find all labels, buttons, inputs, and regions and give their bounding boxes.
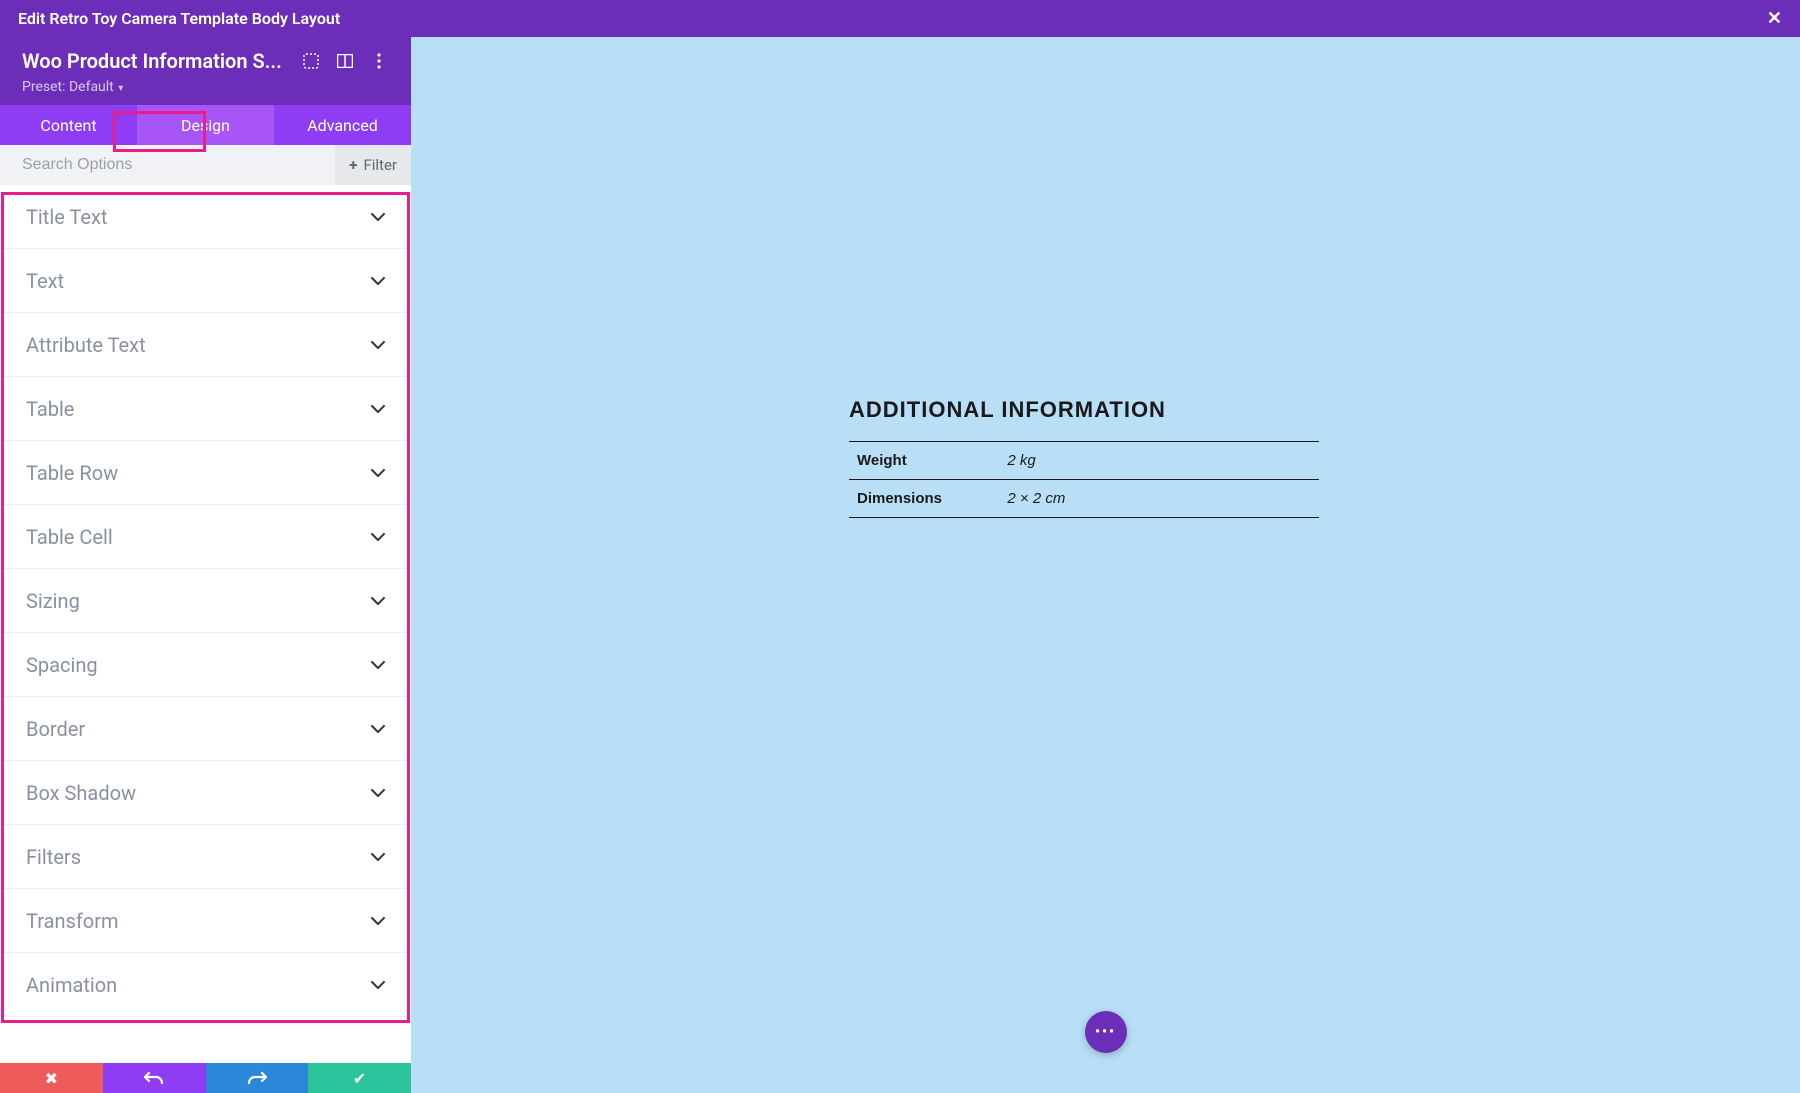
info-table: Weight 2 kg Dimensions 2 × 2 cm xyxy=(849,441,1319,518)
search-bar: + Filter xyxy=(0,145,411,185)
filter-button[interactable]: + Filter xyxy=(335,145,411,185)
group-label: Sizing xyxy=(26,589,80,613)
discard-button[interactable]: ✖ xyxy=(0,1063,103,1093)
filter-label: Filter xyxy=(363,156,397,174)
columns-icon[interactable] xyxy=(335,51,355,71)
tab-design[interactable]: Design xyxy=(137,105,274,145)
option-group[interactable]: Border xyxy=(0,697,411,761)
preset-label: Preset: Default xyxy=(22,79,114,95)
option-group[interactable]: Filters xyxy=(0,825,411,889)
action-bar: ✖ ✔ xyxy=(0,1063,411,1093)
group-label: Animation xyxy=(26,973,117,997)
settings-sidebar: Woo Product Information S... Preset: Def… xyxy=(0,37,411,1063)
redo-button[interactable] xyxy=(206,1063,309,1093)
option-group[interactable]: Animation xyxy=(0,953,411,1017)
group-label: Border xyxy=(26,717,85,741)
module-header: Woo Product Information S... Preset: Def… xyxy=(0,37,411,105)
option-groups: Title Text Text Attribute Text Table Table R… xyxy=(0,185,411,1063)
window-titlebar: Edit Retro Toy Camera Template Body Layo… xyxy=(0,0,1800,37)
chevron-down-icon xyxy=(371,981,385,989)
group-label: Text xyxy=(26,269,64,293)
group-label: Title Text xyxy=(26,205,107,229)
group-label: Box Shadow xyxy=(26,781,136,805)
group-label: Table Cell xyxy=(26,525,113,549)
window-title: Edit Retro Toy Camera Template Body Layo… xyxy=(18,9,340,28)
chevron-down-icon xyxy=(371,725,385,733)
group-label: Table xyxy=(26,397,74,421)
redo-icon xyxy=(247,1070,267,1086)
option-group[interactable]: Sizing xyxy=(0,569,411,633)
chevron-down-icon xyxy=(371,213,385,221)
module-title: Woo Product Information S... xyxy=(22,49,287,73)
tab-content[interactable]: Content xyxy=(0,105,137,145)
chevron-down-icon xyxy=(371,405,385,413)
close-icon[interactable]: ✕ xyxy=(1767,8,1782,29)
chevron-down-icon xyxy=(371,661,385,669)
option-group[interactable]: Box Shadow xyxy=(0,761,411,825)
chevron-down-icon xyxy=(371,533,385,541)
table-row: Weight 2 kg xyxy=(849,442,1319,480)
option-group[interactable]: Text xyxy=(0,249,411,313)
row-value: 2 kg xyxy=(999,442,1319,480)
chevron-down-icon xyxy=(371,597,385,605)
undo-icon xyxy=(144,1070,164,1086)
save-button[interactable]: ✔ xyxy=(308,1063,411,1093)
row-value: 2 × 2 cm xyxy=(999,480,1319,518)
tab-advanced[interactable]: Advanced xyxy=(274,105,411,145)
search-input[interactable] xyxy=(22,156,335,174)
help-icon[interactable] xyxy=(301,51,321,71)
group-label: Table Row xyxy=(26,461,118,485)
group-label: Spacing xyxy=(26,653,98,677)
undo-button[interactable] xyxy=(103,1063,206,1093)
chevron-down-icon xyxy=(371,341,385,349)
option-group[interactable]: Title Text xyxy=(0,185,411,249)
close-icon: ✖ xyxy=(45,1069,58,1088)
group-label: Transform xyxy=(26,909,119,933)
option-group[interactable]: Table Cell xyxy=(0,505,411,569)
option-group[interactable]: Spacing xyxy=(0,633,411,697)
row-key: Dimensions xyxy=(849,480,999,518)
additional-info-heading: ADDITIONAL INFORMATION xyxy=(849,397,1319,423)
preview-canvas: ADDITIONAL INFORMATION Weight 2 kg Dimen… xyxy=(411,37,1800,1093)
option-group[interactable]: Table xyxy=(0,377,411,441)
kebab-icon[interactable] xyxy=(369,51,389,71)
group-label: Attribute Text xyxy=(26,333,146,357)
tabs: Content Design Advanced xyxy=(0,105,411,145)
chevron-down-icon xyxy=(371,277,385,285)
chevron-down-icon xyxy=(371,789,385,797)
product-info-block: ADDITIONAL INFORMATION Weight 2 kg Dimen… xyxy=(849,397,1319,518)
chevron-down-icon xyxy=(371,917,385,925)
option-group[interactable]: Transform xyxy=(0,889,411,953)
option-group[interactable]: Attribute Text xyxy=(0,313,411,377)
caret-down-icon: ▾ xyxy=(116,83,124,94)
canvas-menu-fab[interactable]: ••• xyxy=(1085,1011,1127,1053)
chevron-down-icon xyxy=(371,469,385,477)
check-icon: ✔ xyxy=(353,1069,366,1088)
table-row: Dimensions 2 × 2 cm xyxy=(849,480,1319,518)
plus-icon: + xyxy=(349,156,357,174)
dots-icon: ••• xyxy=(1095,1024,1116,1040)
preset-dropdown[interactable]: Preset: Default ▾ xyxy=(22,79,389,95)
chevron-down-icon xyxy=(371,853,385,861)
row-key: Weight xyxy=(849,442,999,480)
group-label: Filters xyxy=(26,845,81,869)
option-group[interactable]: Table Row xyxy=(0,441,411,505)
